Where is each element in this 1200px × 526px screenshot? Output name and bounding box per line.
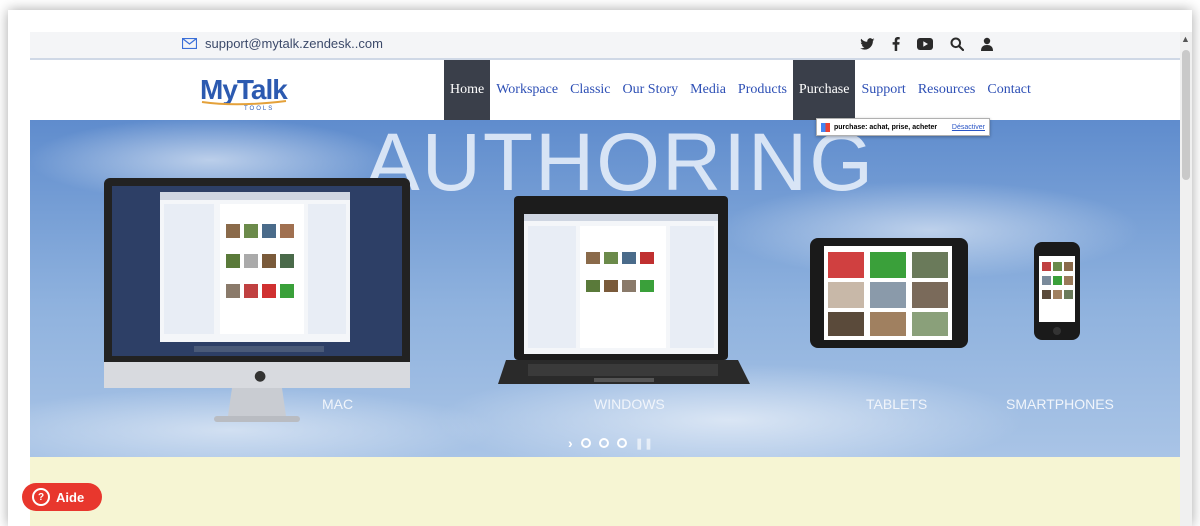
search-icon[interactable]: [950, 37, 965, 55]
social-links: [860, 37, 993, 55]
slider-dot[interactable]: [616, 438, 627, 448]
top-contact-bar: support@mytalk.zendesk..com: [30, 32, 1180, 60]
nav-resources[interactable]: Resources: [912, 60, 982, 120]
help-button-label: Aide: [56, 489, 85, 505]
svg-text:●: ●: [254, 368, 266, 384]
nav-home[interactable]: Home: [444, 60, 491, 120]
nav-workspace[interactable]: Workspace: [490, 60, 564, 120]
google-translate-icon: [821, 122, 830, 132]
youtube-icon[interactable]: [917, 38, 933, 54]
nav-media[interactable]: Media: [684, 60, 732, 120]
primary-nav: Home Workspace Classic Our Story Media P…: [444, 60, 1037, 120]
content-section: [30, 457, 1180, 526]
envelope-icon: [182, 38, 197, 49]
mac-device-image: ●: [104, 178, 410, 422]
nav-classic[interactable]: Classic: [564, 60, 616, 120]
scrollbar-thumb[interactable]: [1182, 50, 1190, 180]
nav-support[interactable]: Support: [855, 60, 911, 120]
support-email[interactable]: support@mytalk.zendesk..com: [182, 36, 383, 51]
scroll-up-icon[interactable]: ▲: [1181, 34, 1190, 44]
label-smartphones: SMARTPHONES: [1006, 396, 1114, 412]
slider-dot[interactable]: [580, 438, 591, 448]
nav-purchase[interactable]: Purchase: [792, 60, 856, 120]
scrollbar[interactable]: ▲: [1180, 32, 1192, 526]
smartphone-image: [1034, 242, 1080, 340]
mytalk-logo[interactable]: MyTalk TOOLS: [198, 72, 294, 117]
label-mac: MAC: [322, 396, 354, 412]
twitter-icon[interactable]: [860, 37, 875, 55]
tooltip-disable-link[interactable]: Désactiver: [952, 124, 985, 131]
svg-text:MyTalk: MyTalk: [200, 74, 288, 105]
windows-laptop-image: [498, 196, 750, 384]
svg-text:TOOLS: TOOLS: [244, 106, 274, 112]
nav-contact[interactable]: Contact: [981, 60, 1037, 120]
page: support@mytalk.zendesk..com MyTalk TOOLS…: [30, 10, 1180, 526]
support-email-text[interactable]: support@mytalk.zendesk..com: [205, 36, 383, 51]
tablet-image: [810, 238, 968, 348]
nav-products[interactable]: Products: [732, 60, 793, 120]
facebook-icon[interactable]: [892, 37, 900, 55]
slider-next-icon[interactable]: ›: [568, 435, 573, 451]
nav-our-story[interactable]: Our Story: [617, 60, 685, 120]
help-button[interactable]: ? Aide: [22, 483, 102, 511]
slider-dot[interactable]: [598, 438, 609, 448]
hero-slider: AUTHORING ● MAC WINDOWS TABLETS SMARTPHO…: [30, 120, 1180, 457]
translation-tooltip: purchase: achat, prise, acheter Désactiv…: [816, 118, 990, 136]
question-icon: ?: [32, 488, 50, 506]
browser-window: support@mytalk.zendesk..com MyTalk TOOLS…: [8, 10, 1192, 526]
slider-pause-icon[interactable]: ❚❚: [635, 437, 653, 450]
user-icon[interactable]: [981, 37, 993, 55]
label-windows: WINDOWS: [594, 396, 665, 412]
tooltip-text: purchase: achat, prise, acheter: [834, 123, 938, 131]
slider-controls: › ❚❚: [568, 435, 653, 451]
main-navbar: MyTalk TOOLS Home Workspace Classic Our …: [30, 60, 1180, 120]
label-tablets: TABLETS: [866, 396, 928, 412]
